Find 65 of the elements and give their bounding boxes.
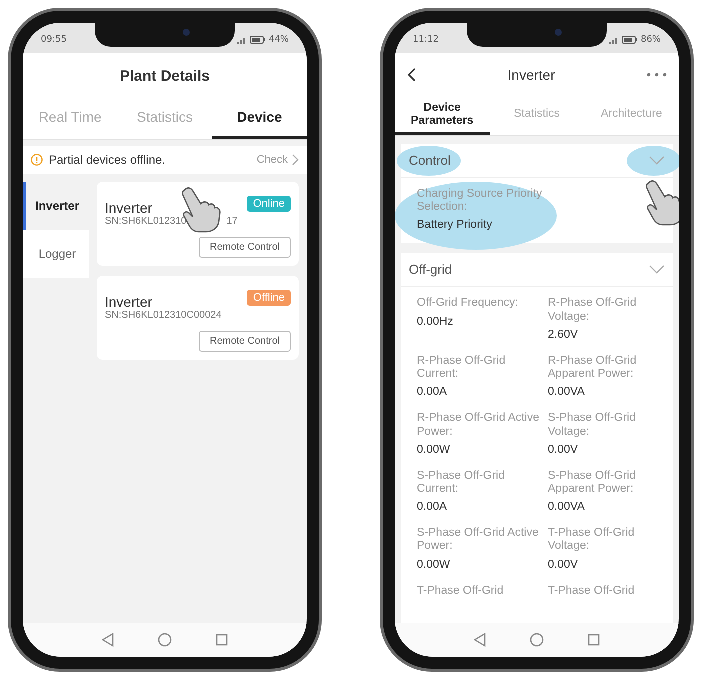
- parameter-value: 0.00A: [417, 501, 448, 514]
- parameter-value: 0.00VA: [548, 501, 586, 514]
- home-icon[interactable]: [158, 633, 172, 647]
- parameter-label: S-Phase Off-Grid Active Power:: [417, 527, 540, 554]
- chevron-down-icon: [649, 156, 665, 165]
- parameter-value: 0.00W: [417, 558, 452, 571]
- parameter-value: 0.00Hz: [417, 316, 454, 328]
- serial-number: SN:SH6KL012310: [105, 216, 187, 227]
- status-badge: Offline: [247, 290, 291, 306]
- remote-control-button[interactable]: Remote Control: [198, 331, 291, 352]
- parameter-label: T-Phase Off-Grid: [548, 584, 636, 598]
- battery-icon: [622, 36, 638, 44]
- device-name: Inverter: [105, 294, 152, 310]
- highlight-ellipse: [627, 146, 679, 176]
- warning-icon: [31, 154, 43, 166]
- chevron-right-icon: [292, 154, 299, 166]
- section-header[interactable]: Off-grid: [401, 253, 673, 288]
- parameter-label: R-Phase Off-Grid Voltage:: [548, 297, 638, 324]
- field-label: Charging Source Priority Selection:: [417, 188, 544, 214]
- remote-control-button[interactable]: Remote Control: [198, 237, 291, 258]
- field-value: Battery Priority: [417, 219, 494, 232]
- screen-title: Plant Details: [120, 68, 210, 84]
- serial-number: 17: [226, 216, 238, 227]
- parameter-label: S-Phase Off-Grid Voltage:: [548, 412, 637, 439]
- parameter-label: S-Phase Off-Grid Apparent Power:: [548, 470, 637, 496]
- battery-percent: 86%: [640, 35, 661, 45]
- parameter-label: T-Phase Off-Grid: [417, 584, 505, 598]
- back-icon[interactable]: [102, 633, 114, 647]
- parameter-value: 0.00W: [417, 444, 452, 456]
- sidebar-item[interactable]: Logger: [23, 230, 89, 278]
- parameter-label: Off-Grid Frequency:: [417, 297, 520, 311]
- screen-title: Inverter: [508, 67, 556, 83]
- signal-icon: [236, 36, 247, 44]
- alert-message: Partial devices offline.: [49, 153, 167, 167]
- signal-icon: [608, 36, 619, 44]
- battery-icon: [250, 36, 266, 44]
- parameter-value: 0.00A: [417, 386, 448, 398]
- recents-icon[interactable]: [216, 634, 228, 646]
- pointing-hand-icon: [643, 179, 679, 227]
- tab[interactable]: Device Parameters: [395, 97, 490, 135]
- status-time: 09:55: [41, 35, 67, 45]
- device-card[interactable]: Inverter Offline SN:SH6KL012310C00024 Remote Control: [97, 276, 299, 360]
- battery-percent: 44%: [268, 35, 289, 45]
- tab[interactable]: Device: [212, 99, 307, 139]
- parameter-label: R-Phase Off-Grid Apparent Power:: [548, 354, 638, 382]
- back-icon[interactable]: [474, 633, 486, 647]
- recents-icon[interactable]: [588, 634, 600, 646]
- home-icon[interactable]: [530, 633, 544, 647]
- parameter-label: R-Phase Off-Grid Active Power:: [417, 412, 540, 439]
- section-title: Control: [409, 153, 451, 168]
- serial-number: SN:SH6KL012310C00024: [105, 310, 222, 321]
- device-name: Inverter: [105, 200, 152, 216]
- device-card[interactable]: Inverter Online SN:SH6KL012310 17 Remote Control: [97, 182, 299, 266]
- chevron-down-icon: [649, 265, 665, 274]
- status-badge: Online: [247, 196, 291, 212]
- parameter-label: T-Phase Off-Grid Voltage:: [548, 527, 636, 554]
- more-icon[interactable]: [647, 73, 667, 77]
- parameter-value: 0.00VA: [548, 386, 586, 398]
- parameter-value: 2.60V: [548, 328, 580, 341]
- parameter-value: 0.00V: [548, 444, 580, 456]
- status-time: 11:12: [413, 35, 439, 45]
- parameter-label: R-Phase Off-Grid Current:: [417, 354, 507, 382]
- parameter-label: S-Phase Off-Grid Current:: [417, 470, 506, 496]
- parameter-value: 0.00V: [548, 558, 580, 571]
- section-title: Off-grid: [409, 262, 452, 278]
